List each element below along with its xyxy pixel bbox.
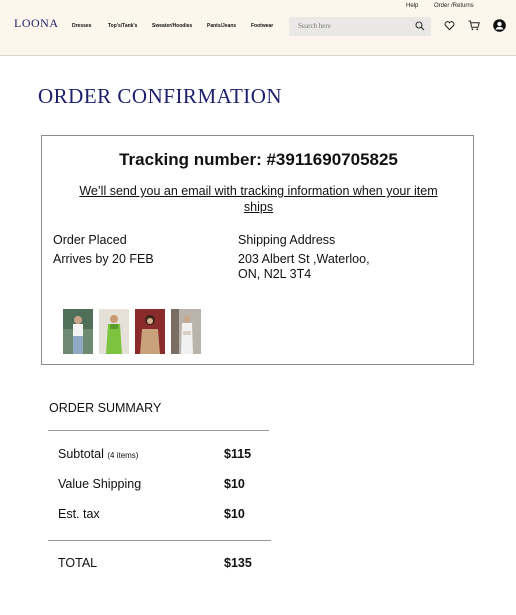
order-status: Order Placed xyxy=(53,233,127,247)
arrival-date: Arrives by 20 FEB xyxy=(53,252,154,266)
user-icon[interactable] xyxy=(493,19,506,32)
nav-dresses[interactable]: Dresses xyxy=(72,23,91,29)
subtotal-label: Subtotal (4 items) xyxy=(58,447,138,461)
heart-icon[interactable] xyxy=(444,20,455,31)
shipping-value: $10 xyxy=(224,477,245,491)
shipping-address-line2: ON, N2L 3T4 xyxy=(238,267,312,281)
subtotal-value: $115 xyxy=(224,447,252,461)
email-notice: We’ll send you an email with tracking in… xyxy=(79,184,438,214)
help-link[interactable]: Help xyxy=(406,3,418,9)
total-divider xyxy=(48,540,271,541)
site-header: Help Order /Returns LOONA Dresses Top's/… xyxy=(0,0,516,56)
nav-tops-tanks[interactable]: Top's/Tank's xyxy=(108,23,137,29)
page-title: ORDER CONFIRMATION xyxy=(38,84,283,108)
brand-logo[interactable]: LOONA xyxy=(14,16,59,31)
search-bar xyxy=(289,17,431,36)
subtotal-label-text: Subtotal xyxy=(58,447,104,461)
search-icon[interactable] xyxy=(415,21,425,31)
search-input[interactable] xyxy=(298,21,408,31)
product-thumbnail-4[interactable] xyxy=(171,309,201,354)
order-confirmation-card: Tracking number: #3911690705825 We’ll se… xyxy=(41,135,474,365)
cart-icon[interactable] xyxy=(468,20,480,31)
nav-pants-jeans[interactable]: Pants/Jeans xyxy=(207,23,236,29)
summary-divider xyxy=(48,430,269,431)
order-summary-title: ORDER SUMMARY xyxy=(49,401,162,415)
shipping-address-line1: 203 Albert St ,Waterloo, xyxy=(238,252,370,266)
total-value: $135 xyxy=(224,556,252,570)
nav-footwear[interactable]: Footwear xyxy=(251,23,273,29)
tracking-number: Tracking number: #3911690705825 xyxy=(119,150,398,169)
total-label: TOTAL xyxy=(58,556,98,570)
tax-value: $10 xyxy=(224,507,245,521)
nav-sweater-hoodies[interactable]: Sweater/Hoodies xyxy=(152,23,192,29)
shipping-address-label: Shipping Address xyxy=(238,233,336,247)
tax-label: Est. tax xyxy=(58,507,100,521)
product-thumbnail-2[interactable] xyxy=(99,309,129,354)
shipping-label: Value Shipping xyxy=(58,477,142,491)
product-thumbnail-1[interactable] xyxy=(63,309,93,354)
item-count: (4 items) xyxy=(107,451,139,460)
order-returns-link[interactable]: Order /Returns xyxy=(434,3,474,9)
product-thumbnail-3[interactable] xyxy=(135,309,165,354)
